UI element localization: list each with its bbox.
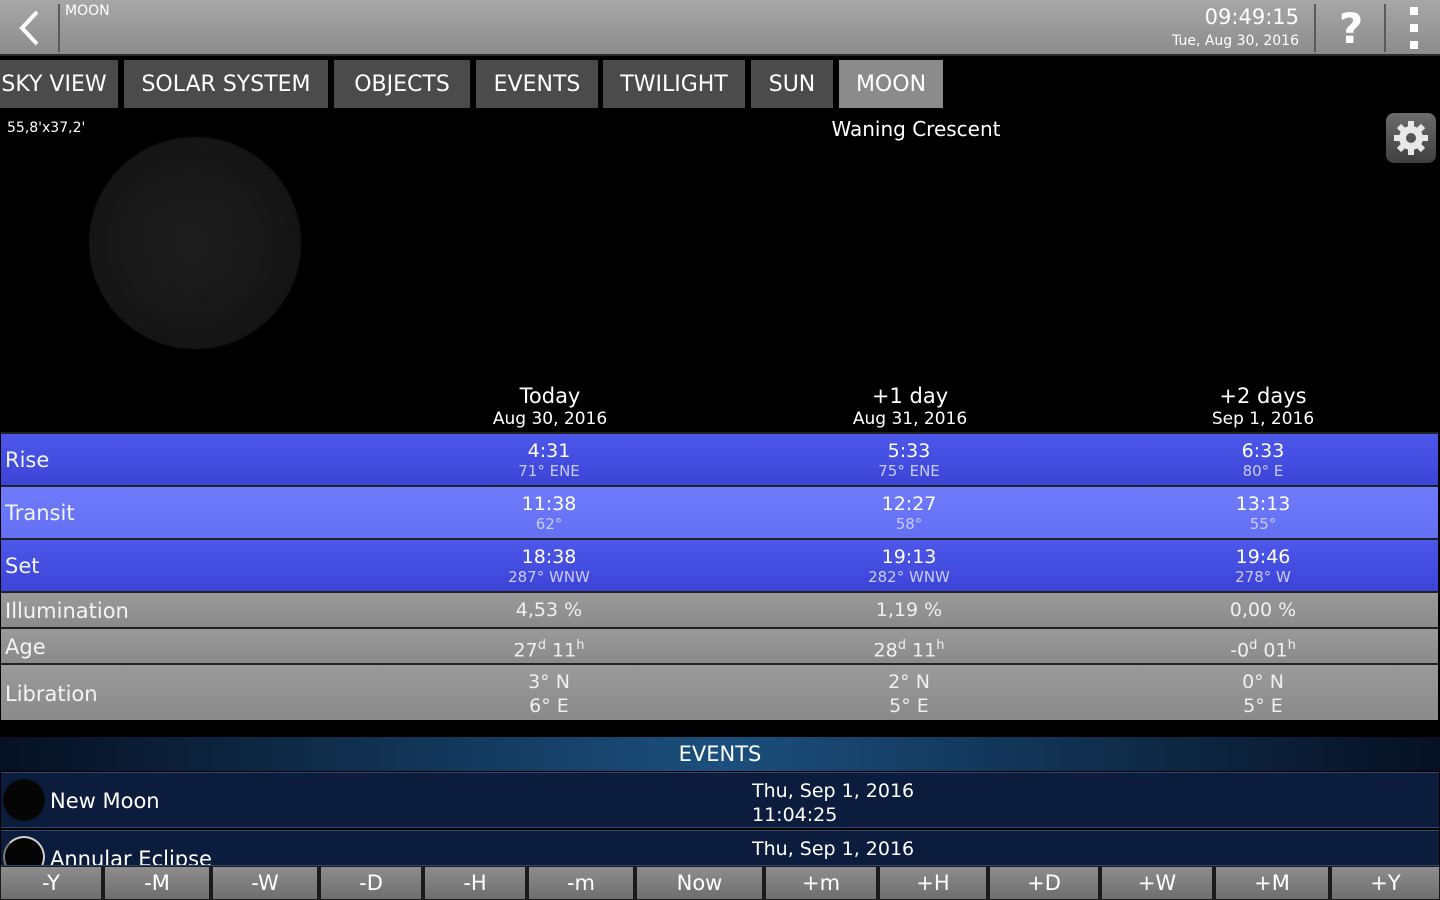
cell-transit-plus2: 13:13 55°	[1235, 493, 1291, 533]
step-plus-week-button[interactable]: +W	[1102, 867, 1212, 899]
moon-crescent	[288, 146, 300, 340]
cell-set-today: 18:38 287° WNW	[508, 546, 590, 586]
chevron-left-icon	[19, 10, 39, 46]
step-plus-month-button[interactable]: +M	[1216, 867, 1328, 899]
divider	[1384, 4, 1386, 52]
table-row-age[interactable]: Age 27d 11h 28d 11h -0d 01h	[1, 627, 1438, 663]
step-plus-day-button[interactable]: +D	[990, 867, 1098, 899]
event-row-new-moon[interactable]: New Moon Thu, Sep 1, 2016 11:04:25	[1, 772, 1439, 828]
step-minus-month-button[interactable]: -M	[105, 867, 209, 899]
help-button[interactable]: ?	[1318, 0, 1384, 56]
current-time: 09:49:15	[1204, 5, 1299, 29]
row-label: Illumination	[5, 599, 129, 623]
angular-size-label: 55,8'x37,2'	[7, 120, 86, 136]
table-row-set[interactable]: Set 18:38 287° WNW 19:13 282° WNW 19:46 …	[1, 538, 1438, 591]
cell-age-plus1: 28d 11h	[873, 638, 945, 662]
overflow-menu-button[interactable]	[1388, 0, 1440, 56]
back-button[interactable]	[0, 0, 58, 56]
cell-libration-today: 3° N 6° E	[528, 671, 570, 717]
now-button[interactable]: Now	[637, 867, 762, 899]
column-header-plus2: +2 days Sep 1, 2016	[1211, 384, 1315, 429]
tab-solar-system[interactable]: SOLAR SYSTEM	[124, 60, 328, 108]
cell-illumination-plus1: 1,19 %	[875, 599, 943, 621]
row-label: Age	[5, 635, 46, 659]
cell-rise-today: 4:31 71° ENE	[518, 440, 580, 480]
table-row-rise[interactable]: Rise 4:31 71° ENE 5:33 75° ENE 6:33 80° …	[1, 432, 1438, 485]
step-plus-minute-button[interactable]: +m	[766, 867, 876, 899]
tab-twilight[interactable]: TWILIGHT	[603, 60, 745, 108]
page-title: MOON	[65, 3, 110, 19]
time-step-bar: -Y -M -W -D -H -m Now +m +H +D +W +M +Y	[0, 866, 1440, 900]
event-datetime: Thu, Sep 1, 2016 11:04:25	[752, 780, 915, 826]
step-plus-year-button[interactable]: +Y	[1332, 867, 1439, 899]
event-name: Annular Eclipse	[50, 847, 212, 866]
tab-objects[interactable]: OBJECTS	[334, 60, 470, 108]
cell-set-plus2: 19:46 278° W	[1235, 546, 1291, 586]
divider	[1314, 4, 1316, 52]
step-minus-hour-button[interactable]: -H	[425, 867, 525, 899]
cell-illumination-today: 4,53 %	[515, 599, 583, 621]
overflow-menu-icon	[1410, 7, 1418, 15]
moon-image	[90, 138, 300, 348]
column-header-today: Today Aug 30, 2016	[492, 384, 608, 429]
cell-age-today: 27d 11h	[513, 638, 585, 662]
table-row-illumination[interactable]: Illumination 4,53 % 1,19 % 0,00 %	[1, 591, 1438, 627]
event-name: New Moon	[50, 789, 160, 813]
row-label: Transit	[5, 501, 75, 525]
new-moon-icon	[3, 779, 45, 821]
settings-button[interactable]	[1386, 113, 1436, 163]
cell-rise-plus1: 5:33 75° ENE	[878, 440, 940, 480]
tab-events[interactable]: EVENTS	[476, 60, 598, 108]
tab-sun[interactable]: SUN	[751, 60, 833, 108]
gear-icon	[1394, 121, 1428, 155]
table-row-libration[interactable]: Libration 3° N 6° E 2° N 5° E 0° N 5° E	[1, 663, 1438, 720]
tab-moon[interactable]: MOON	[839, 60, 943, 108]
tab-sky-view[interactable]: SKY VIEW	[0, 60, 118, 108]
event-row-annular-eclipse[interactable]: Annular Eclipse Thu, Sep 1, 2016	[1, 830, 1439, 866]
event-datetime: Thu, Sep 1, 2016	[752, 838, 915, 860]
action-bar: MOON 09:49:15 Tue, Aug 30, 2016 ?	[0, 0, 1440, 56]
cell-age-plus2: -0d 01h	[1230, 638, 1296, 662]
cell-libration-plus2: 0° N 5° E	[1242, 671, 1284, 717]
step-minus-week-button[interactable]: -W	[213, 867, 317, 899]
table-row-transit[interactable]: Transit 11:38 62° 12:27 58° 13:13 55°	[1, 485, 1438, 538]
step-minus-day-button[interactable]: -D	[321, 867, 421, 899]
cell-set-plus1: 19:13 282° WNW	[868, 546, 950, 586]
cell-libration-plus1: 2° N 5° E	[888, 671, 930, 717]
eclipse-icon	[3, 836, 45, 865]
moon-phase-name: Waning Crescent	[831, 117, 1001, 141]
events-header: EVENTS	[0, 737, 1440, 771]
row-label: Libration	[5, 682, 98, 706]
step-minus-minute-button[interactable]: -m	[529, 867, 633, 899]
step-plus-hour-button[interactable]: +H	[880, 867, 986, 899]
cell-transit-today: 11:38 62°	[521, 493, 577, 533]
cell-illumination-plus2: 0,00 %	[1229, 599, 1297, 621]
divider	[58, 4, 60, 52]
cell-rise-plus2: 6:33 80° E	[1241, 440, 1285, 480]
cell-transit-plus1: 12:27 58°	[881, 493, 937, 533]
row-label: Rise	[5, 448, 50, 472]
row-label: Set	[5, 554, 40, 578]
current-date: Tue, Aug 30, 2016	[1172, 33, 1299, 49]
column-header-plus1: +1 day Aug 31, 2016	[852, 384, 968, 429]
step-minus-year-button[interactable]: -Y	[1, 867, 101, 899]
